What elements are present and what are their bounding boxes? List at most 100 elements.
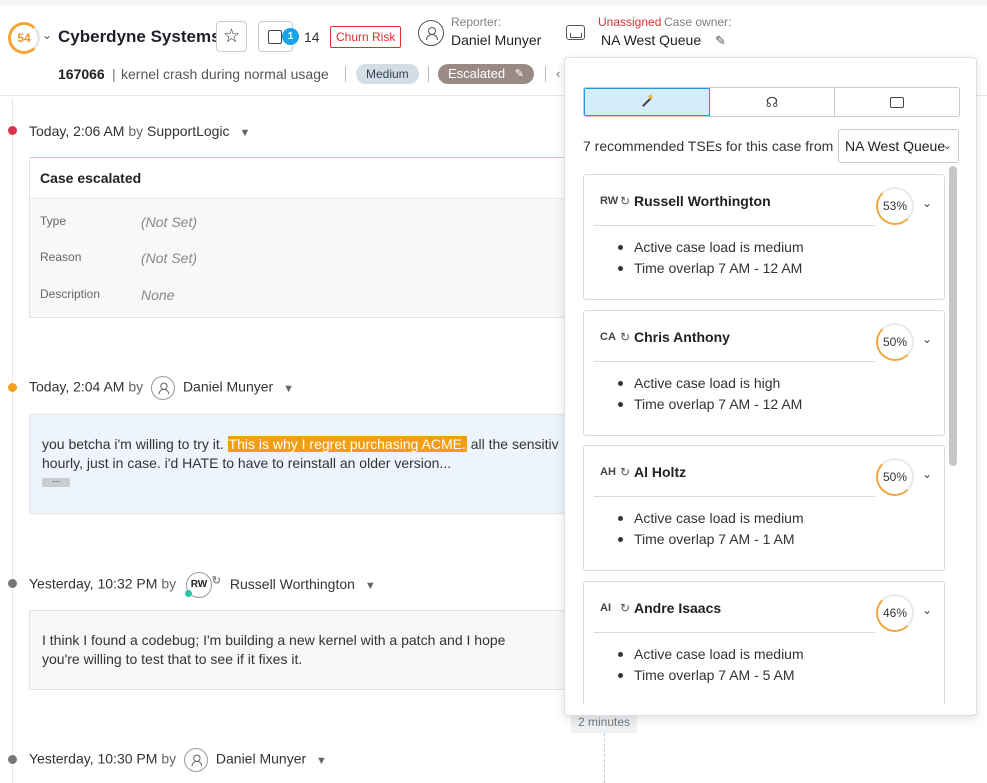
escalation-reason-value: (Not Set) [141,250,198,266]
event-by: by [161,575,177,592]
sentiment-highlight[interactable]: This is why I regret purchasing ACME. [227,436,467,452]
agent-initials: RW [190,579,208,590]
churn-risk-badge[interactable]: Churn Risk [330,26,402,48]
tse-name[interactable]: Russell Worthington [634,193,771,209]
case-title-separator: | [112,66,116,82]
company-name[interactable]: Cyberdyne Systems [58,27,221,47]
owner-status: Unassigned [598,15,662,29]
divider [545,66,546,82]
tse-initials: RW [600,195,619,207]
assignment-tabs: ☊ [583,87,960,117]
divider [428,66,429,82]
tse-list-scrollbar[interactable] [949,166,957,466]
event-dot-escalation [8,126,17,135]
reporter-avatar-icon [418,20,444,46]
timeline-line [12,98,13,783]
tab-recommended[interactable] [584,88,710,116]
event-menu-caret-icon[interactable]: ▼ [283,383,294,395]
event-author[interactable]: SupportLogic [147,123,230,139]
case-title: kernel crash during normal usage [121,66,329,82]
chevron-down-icon[interactable]: ⌄ [922,467,932,481]
message-line: hourly, just in case. i'd HATE to have t… [42,455,452,471]
chevron-down-icon[interactable]: ⌄ [922,196,932,210]
star-icon: ☆ [222,26,241,47]
event-dot-comment [8,579,17,588]
escalation-title: Case escalated [30,158,588,199]
case-owner-queue[interactable]: NA West Queue [601,32,701,48]
priority-pill[interactable]: Medium [356,64,419,84]
match-score: 46% [876,594,914,632]
tse-name[interactable]: Al Holtz [634,464,686,480]
match-score: 53% [876,187,914,225]
user-avatar-icon [184,748,208,772]
tab-agents[interactable]: ☊ [710,88,835,116]
message-line: you betcha i'm willing to try it. This i… [42,435,559,454]
tse-name[interactable]: Chris Anthony [634,329,730,345]
tse-card[interactable]: AI ↻ Andre Isaacs 46% ⌄ Active case load… [583,581,945,704]
event-time: Today, 2:06 AM [29,123,125,139]
sync-icon: ↻ [620,194,631,208]
account-health-score[interactable]: 54 [8,22,40,54]
sync-icon: ↻ [211,575,221,587]
tse-name[interactable]: Andre Isaacs [634,600,721,616]
event-author[interactable]: Russell Worthington [230,576,355,592]
edit-owner-pencil-icon[interactable]: ✎ [715,33,726,49]
event-dot-message [8,383,17,392]
expand-message-button[interactable]: ... [42,475,70,487]
related-cases-badge: 1 [282,28,299,45]
tse-reason: Time overlap 7 AM - 12 AM [616,258,804,279]
tse-reasons: Active case load is high Time overlap 7 … [616,373,802,415]
case-owner-label: Case owner: [664,15,732,29]
match-score: 50% [876,458,914,496]
escalation-reason-key: Reason [40,250,82,264]
chevron-down-icon[interactable]: ⌄ [922,603,932,617]
status-label: Escalated [448,66,506,81]
sync-icon: ↻ [620,465,631,479]
chevron-down-icon: ⌄ [942,140,952,152]
tse-initials: CA [600,331,616,343]
tse-list[interactable]: RW ↻ Russell Worthington 53% ⌄ Active ca… [583,174,958,704]
event-author[interactable]: Daniel Munyer [216,751,306,767]
event-time: Yesterday, 10:30 PM [29,750,158,767]
message-card: you betcha i'm willing to try it. This i… [29,414,589,514]
tse-card[interactable]: AH ↻ Al Holtz 50% ⌄ Active case load is … [583,445,945,571]
event-time: Today, 2:04 AM [29,378,125,395]
status-pill[interactable]: Escalated ✎ [438,64,534,84]
event-menu-caret-icon[interactable]: ▼ [239,127,250,139]
cases-count: 14 [304,29,320,45]
message-text: all the sensitiv [466,436,559,452]
tab-queues[interactable] [835,88,959,116]
escalation-description-key: Description [40,287,101,301]
event-menu-caret-icon[interactable]: ▼ [365,580,376,592]
favorite-star-button[interactable]: ☆ [216,21,247,52]
divider [594,496,875,497]
inbox-icon [566,25,585,40]
message-text: you betcha i'm willing to try it. [42,436,228,452]
chevron-down-icon[interactable]: ⌄ [42,28,52,42]
escalation-type-key: Type [40,214,67,228]
agent-avatar: RW ↻ [185,572,221,598]
tse-card[interactable]: RW ↻ Russell Worthington 53% ⌄ Active ca… [583,174,945,300]
sync-icon: ↻ [620,330,631,344]
tse-initials: AI [600,602,611,614]
event-author[interactable]: Daniel Munyer [183,379,273,395]
tse-card[interactable]: CA ↻ Chris Anthony 50% ⌄ Active case loa… [583,310,945,436]
event-header: Yesterday, 10:30 PM by Daniel Munyer ▼ [29,748,327,772]
event-menu-caret-icon[interactable]: ▼ [316,755,327,767]
event-header: Yesterday, 10:32 PM by RW ↻ Russell Worth… [29,572,376,598]
escalation-card: Case escalated Type (Not Set) Reason (No… [29,157,589,318]
chevron-down-icon[interactable]: ⌄ [922,332,932,346]
tse-initials: AH [600,466,616,478]
event-header: Today, 2:04 AM by Daniel Munyer ▼ [29,376,294,400]
tag-icon[interactable]: ‹ [556,66,560,81]
reporter-name[interactable]: Daniel Munyer [451,32,541,48]
event-header: Today, 2:06 AM by SupportLogic ▼ [29,123,250,139]
tse-reason: Time overlap 7 AM - 5 AM [616,665,804,686]
tse-reasons: Active case load is medium Time overlap … [616,237,804,279]
queue-select[interactable]: NA West Queue ⌄ [838,129,959,163]
tse-reasons: Active case load is medium Time overlap … [616,508,804,550]
message-line: I think I found a codebug; I'm building … [42,632,506,648]
top-strip [0,0,987,5]
edit-status-pencil-icon[interactable]: ✎ [515,64,524,84]
inbox-icon [890,96,904,108]
